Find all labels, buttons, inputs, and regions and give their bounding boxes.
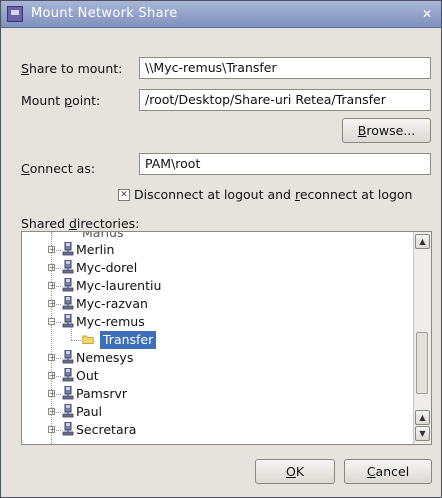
expand-icon[interactable]: + — [48, 264, 56, 272]
tree-item[interactable]: + Pamsrvr — [22, 385, 412, 403]
collapse-icon[interactable]: − — [48, 318, 56, 326]
tree-item[interactable]: + Nemesys — [22, 349, 412, 367]
share-to-mount-input[interactable]: \\Myc-remus\Transfer — [139, 57, 431, 79]
tree-item[interactable]: + Myc-laurentiu — [22, 277, 412, 295]
computer-icon — [62, 242, 74, 256]
tree-item-label: Myc-laurentiu — [76, 278, 162, 293]
tree-item-label: Myc-razvan — [76, 296, 148, 311]
shared-directories-label: Shared directories: — [21, 216, 140, 231]
tree-item[interactable]: + Out — [22, 367, 412, 385]
tree-item-label: Out — [76, 368, 99, 383]
tree-item[interactable]: + Paul — [22, 403, 412, 421]
mount-network-share-dialog: Mount Network Share ✕ Share to mount: \\… — [0, 0, 442, 498]
title-bar[interactable]: Mount Network Share ✕ — [1, 1, 441, 28]
computer-icon — [62, 314, 74, 328]
tree-item[interactable]: + Merlin — [22, 241, 412, 259]
tree-item-label: Myc-dorel — [76, 260, 138, 275]
mount-point-input[interactable]: /root/Desktop/Share-uri Retea/Transfer — [139, 89, 431, 111]
tree-item-label: Secretara — [76, 422, 137, 437]
window-title: Mount Network Share — [31, 6, 178, 21]
tree-rows: Marius + Merlin + Myc-dorel + Myc-laurentiu + M… — [22, 232, 414, 444]
tree-item[interactable]: + Myc-razvan — [22, 295, 412, 313]
expand-icon[interactable]: + — [48, 246, 56, 254]
connect-as-input[interactable]: PAM\root — [139, 153, 431, 175]
shared-directories-tree[interactable]: Marius + Merlin + Myc-dorel + Myc-laurentiu + M… — [21, 231, 432, 445]
expand-icon[interactable]: + — [48, 354, 56, 362]
expand-icon[interactable]: + — [48, 408, 56, 416]
computer-icon — [62, 422, 74, 436]
scroll-up-button[interactable]: ▲ — [415, 234, 430, 249]
computer-icon — [62, 296, 74, 310]
tree-item-label: Transfer — [100, 331, 157, 349]
expand-icon[interactable]: + — [48, 282, 56, 290]
tree-item-label: Myc-remus — [76, 314, 145, 329]
disconnect-at-logout-checkbox[interactable]: ✕ — [118, 189, 130, 201]
tree-branch-line — [71, 340, 81, 341]
scroll-up-button-lower[interactable]: ▲ — [415, 410, 430, 425]
tree-scrollbar[interactable]: ▲ ▲ ▼ — [413, 232, 431, 444]
computer-icon — [62, 278, 74, 292]
computer-icon — [62, 386, 74, 400]
browse-button[interactable]: Browse... — [342, 118, 431, 143]
cancel-button[interactable]: Cancel — [344, 459, 432, 484]
expand-icon[interactable]: + — [48, 426, 56, 434]
computer-icon — [62, 368, 74, 382]
tree-item[interactable]: − Myc-remus — [22, 313, 412, 331]
ok-button[interactable]: OK — [255, 459, 335, 484]
expand-icon[interactable]: + — [48, 390, 56, 398]
tree-guide-line — [71, 322, 72, 340]
computer-icon — [62, 260, 74, 274]
tree-item-label: Merlin — [76, 242, 115, 257]
connect-as-label: Connect as: — [21, 161, 96, 176]
network-share-icon — [7, 6, 23, 22]
tree-item[interactable]: Transfer — [22, 322, 412, 349]
folder-icon — [82, 335, 94, 344]
tree-item-label: Pamsrvr — [76, 386, 128, 401]
scroll-thumb[interactable] — [416, 332, 428, 394]
share-to-mount-label: Share to mount: — [21, 61, 123, 76]
scroll-down-button[interactable]: ▼ — [415, 426, 430, 441]
mount-point-label: Mount point: — [21, 93, 101, 108]
computer-icon — [62, 350, 74, 364]
close-button[interactable]: ✕ — [419, 6, 435, 22]
expand-icon[interactable]: + — [48, 300, 56, 308]
tree-item[interactable]: + Secretara — [22, 421, 412, 439]
expand-icon[interactable]: + — [48, 372, 56, 380]
disconnect-at-logout-label: Disconnect at logout and reconnect at lo… — [134, 187, 413, 202]
tree-item[interactable]: + Myc-dorel — [22, 259, 412, 277]
computer-icon — [62, 404, 74, 418]
tree-item-label: Nemesys — [76, 350, 134, 365]
tree-item-label: Paul — [76, 404, 103, 419]
